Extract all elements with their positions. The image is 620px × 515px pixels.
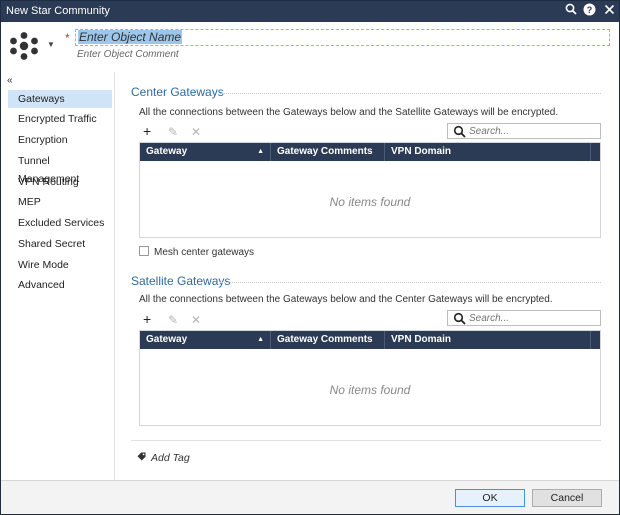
column-header-vpn-domain[interactable]: VPN Domain: [385, 331, 591, 349]
center-gateways-table[interactable]: Gateway ▲ Gateway Comments VPN Domain No…: [139, 142, 601, 238]
object-comment-input[interactable]: Enter Object Comment: [77, 49, 179, 60]
sidebar-item-tunnel-management[interactable]: Tunnel Management: [8, 152, 112, 185]
add-tag-link[interactable]: Add Tag: [137, 452, 190, 464]
add-icon[interactable]: +: [143, 312, 151, 326]
edit-icon[interactable]: ✎: [168, 125, 178, 139]
help-icon[interactable]: ?: [581, 3, 597, 19]
close-icon[interactable]: [601, 3, 617, 19]
sidebar-item-shared-secret[interactable]: Shared Secret: [8, 235, 112, 253]
remove-icon[interactable]: ✕: [191, 125, 201, 139]
center-gateways-title: Center Gateways: [131, 85, 224, 99]
satellite-search-input[interactable]: [469, 312, 597, 324]
table-header: Gateway ▲ Gateway Comments VPN Domain: [140, 143, 600, 161]
star-community-icon[interactable]: [9, 31, 43, 65]
window-title: New Star Community: [6, 5, 110, 17]
sidebar-item-excluded-services[interactable]: Excluded Services: [8, 214, 112, 232]
main-content: Center Gateways All the connections betw…: [115, 72, 619, 480]
mesh-center-gateways-checkbox[interactable]: Mesh center gateways: [139, 246, 254, 258]
center-search-input[interactable]: [469, 125, 597, 137]
sidebar-item-advanced[interactable]: Advanced: [8, 276, 112, 294]
column-header-vpn-domain[interactable]: VPN Domain: [385, 143, 591, 161]
satellite-search-box[interactable]: [447, 310, 601, 326]
dialog-footer: OK Cancel: [1, 480, 619, 514]
add-icon[interactable]: +: [143, 124, 151, 138]
sidebar-item-encryption[interactable]: Encryption: [8, 131, 112, 149]
table-header: Gateway ▲ Gateway Comments VPN Domain: [140, 331, 600, 349]
tag-icon: [137, 452, 146, 464]
chevron-down-icon[interactable]: ▼: [47, 40, 55, 49]
sidebar: « Gateways Encrypted Traffic Encryption …: [1, 72, 115, 480]
add-tag-label: Add Tag: [151, 452, 190, 464]
edit-icon[interactable]: ✎: [168, 313, 178, 327]
search-icon: [453, 312, 466, 325]
cancel-button[interactable]: Cancel: [532, 489, 602, 507]
satellite-gateways-description: All the connections between the Gateways…: [139, 294, 553, 305]
search-icon[interactable]: [563, 3, 579, 19]
sidebar-item-gateways[interactable]: Gateways: [8, 90, 112, 108]
sidebar-item-vpn-routing[interactable]: VPN Routing: [8, 173, 112, 191]
search-icon: [453, 125, 466, 138]
column-header-gateway-comments[interactable]: Gateway Comments: [271, 143, 385, 161]
object-name-placeholder: Enter Object Name: [78, 30, 183, 44]
ok-button[interactable]: OK: [455, 489, 525, 507]
svg-text:?: ?: [586, 5, 592, 15]
satellite-gateways-title: Satellite Gateways: [131, 274, 231, 288]
center-gateways-description: All the connections between the Gateways…: [139, 107, 559, 118]
sidebar-item-encrypted-traffic[interactable]: Encrypted Traffic: [8, 110, 112, 128]
empty-state-text: No items found: [329, 195, 411, 209]
dialog-window: New Star Community ? ▼ * Enter Object Na…: [0, 0, 620, 515]
remove-icon[interactable]: ✕: [191, 313, 201, 327]
sidebar-item-wire-mode[interactable]: Wire Mode: [8, 256, 112, 274]
column-header-gateway-comments[interactable]: Gateway Comments: [271, 331, 385, 349]
empty-state-text: No items found: [329, 383, 411, 397]
checkbox[interactable]: [139, 246, 149, 256]
collapse-sidebar-icon[interactable]: «: [7, 75, 13, 86]
sort-ascending-icon: ▲: [257, 148, 264, 155]
section-divider: [220, 93, 601, 94]
required-indicator: *: [65, 31, 70, 45]
object-name-input[interactable]: Enter Object Name: [75, 29, 610, 46]
object-header: ▼ * Enter Object Name Enter Object Comme…: [1, 22, 619, 72]
tag-divider: [131, 440, 601, 441]
center-search-box[interactable]: [447, 123, 601, 139]
satellite-gateways-table[interactable]: Gateway ▲ Gateway Comments VPN Domain No…: [139, 330, 601, 426]
sidebar-item-mep[interactable]: MEP: [8, 193, 112, 211]
section-divider: [220, 282, 601, 283]
sort-ascending-icon: ▲: [257, 336, 264, 343]
column-header-gateway[interactable]: Gateway ▲: [140, 331, 271, 349]
title-bar: New Star Community ?: [1, 1, 619, 22]
mesh-center-gateways-label: Mesh center gateways: [154, 247, 255, 258]
column-header-gateway[interactable]: Gateway ▲: [140, 143, 271, 161]
